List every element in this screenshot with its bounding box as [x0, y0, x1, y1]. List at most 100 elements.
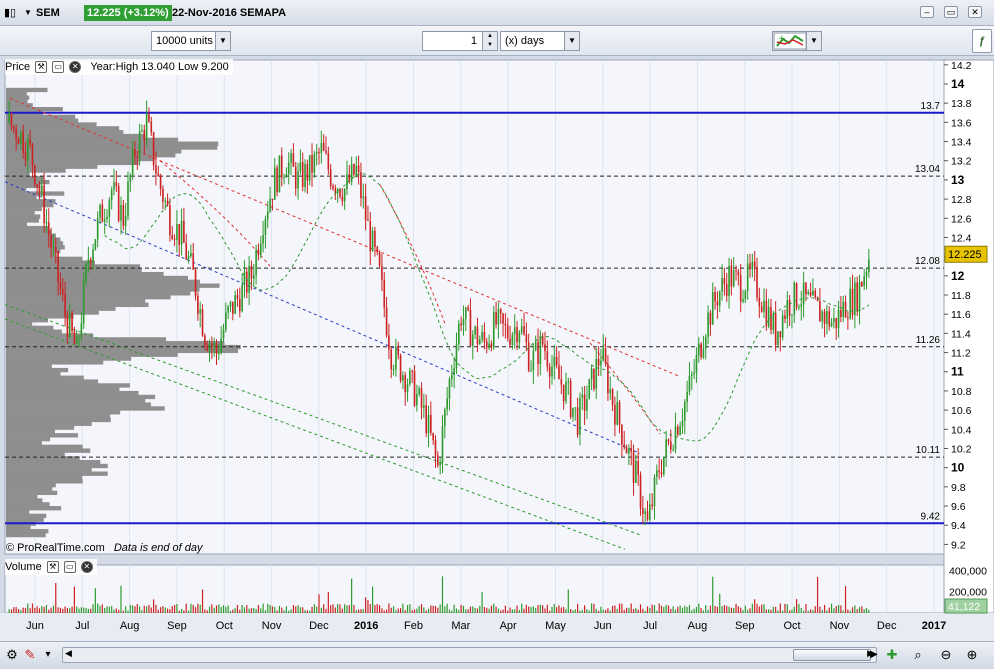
current-volume-label: 41,122: [948, 601, 980, 613]
candle-body: [362, 196, 365, 199]
period-unit-select[interactable]: (x) days ▼: [500, 31, 580, 51]
restore-icon[interactable]: ▭: [944, 6, 958, 18]
candle-body: [721, 278, 723, 292]
scroll-thumb[interactable]: [793, 649, 871, 661]
units-select[interactable]: 10000 units ▼: [151, 31, 231, 51]
profile-bar: [6, 271, 164, 277]
chevron-down-icon[interactable]: ▼: [564, 32, 579, 50]
window-icon[interactable]: ▭: [63, 561, 76, 574]
profile-bar: [6, 402, 152, 407]
y-tick-label: 13.6: [951, 117, 972, 129]
profile-bar: [6, 406, 165, 411]
level-label: 10.11: [916, 445, 941, 456]
profile-bar: [6, 122, 97, 127]
profile-bar: [6, 364, 52, 369]
x-tick-label: Feb: [404, 620, 423, 632]
candle-body: [36, 184, 38, 187]
scroll-left-icon[interactable]: ◀: [65, 648, 72, 659]
chevron-down-icon[interactable]: ▼: [806, 32, 821, 50]
symbol-label[interactable]: SEM: [36, 5, 60, 21]
minimize-icon[interactable]: –: [920, 6, 934, 18]
wrench-icon[interactable]: ⚒: [46, 561, 59, 574]
candle-body: [492, 312, 495, 348]
candle-body: [604, 348, 607, 364]
candle-body: [642, 508, 644, 515]
y-tick-label: 13: [951, 173, 965, 187]
candle-body: [87, 259, 90, 265]
window-icon[interactable]: ▭: [52, 61, 65, 74]
profile-bar: [6, 490, 58, 496]
candle-body: [201, 309, 204, 336]
close-icon[interactable]: ✕: [968, 6, 982, 18]
pencil-icon[interactable]: ✎: [22, 647, 38, 663]
close-panel-icon[interactable]: ✕: [69, 61, 82, 74]
candle-body: [697, 343, 700, 356]
candle-body: [31, 143, 34, 166]
y-tick-label: 10.6: [951, 405, 972, 417]
candle-body: [742, 299, 744, 302]
candle-body: [693, 372, 695, 375]
candle-body: [248, 266, 250, 293]
profile-bar: [6, 509, 30, 515]
candle-body: [567, 381, 570, 383]
price-change-badge: 12.225 (+3.12%): [84, 5, 172, 21]
chart-tools-icon[interactable]: ⚙: [4, 647, 20, 663]
function-panel-icon[interactable]: ƒ: [972, 29, 992, 53]
candle-body: [795, 283, 798, 308]
indicator-button[interactable]: + ▼: [772, 31, 822, 51]
zoom-fit-icon[interactable]: ⌕: [910, 647, 926, 663]
close-panel-icon[interactable]: ✕: [80, 561, 93, 574]
candle-body: [464, 307, 467, 320]
profile-bar: [6, 483, 56, 488]
candle-body: [462, 319, 465, 326]
candle-body: [681, 420, 684, 427]
candle-body: [148, 113, 150, 122]
candle-body: [283, 177, 285, 179]
candle-body: [75, 337, 78, 344]
zoom-in-icon[interactable]: ⊕: [964, 647, 980, 663]
time-scrollbar[interactable]: ◀ ▶: [62, 647, 877, 663]
candle-body: [672, 449, 674, 451]
y-tick-label: 13.2: [951, 156, 972, 168]
profile-bar: [6, 176, 44, 181]
candle-body: [269, 198, 271, 212]
settings-dropdown-icon[interactable]: ▾: [40, 647, 56, 663]
candle-body: [43, 185, 45, 224]
chevron-down-icon[interactable]: ▼: [215, 32, 230, 50]
candle-body: [318, 151, 320, 153]
candle-body: [397, 346, 400, 356]
candle-body: [92, 249, 94, 263]
candle-body: [383, 279, 386, 308]
candle-body: [26, 139, 29, 160]
stepper-arrows-icon[interactable]: ▲ ▼: [482, 32, 497, 50]
candle-body: [420, 388, 423, 408]
candle-body: [471, 334, 474, 346]
profile-bar: [6, 390, 139, 396]
candle-body: [537, 341, 539, 364]
play-icon[interactable]: ▶: [866, 647, 882, 663]
candle-body: [788, 299, 791, 316]
candle-body: [101, 204, 104, 222]
wrench-icon[interactable]: ⚒: [35, 61, 48, 74]
period-stepper[interactable]: 1 ▲ ▼: [422, 31, 498, 51]
candle-body: [583, 394, 586, 411]
candle-body: [108, 200, 111, 217]
y-tick-label: 14: [951, 77, 965, 91]
profile-bar: [6, 237, 61, 242]
chart-type-icon[interactable]: ▮▯: [4, 5, 16, 21]
candle-body: [805, 282, 807, 295]
candle-body: [211, 343, 213, 347]
zoom-out-icon[interactable]: ⊖: [938, 647, 954, 663]
symbol-dropdown-icon[interactable]: ▼: [24, 5, 32, 21]
candle-body: [325, 150, 327, 153]
profile-bar: [6, 525, 31, 530]
candle-body: [718, 291, 721, 306]
candle-body: [695, 355, 698, 373]
candle-body: [308, 155, 311, 181]
candle-body: [562, 384, 565, 402]
y-tick-label: 9.6: [951, 501, 966, 513]
profile-bar: [6, 379, 99, 384]
add-indicator-icon[interactable]: ✚: [884, 647, 900, 663]
candle-body: [798, 306, 800, 308]
profile-bar: [6, 268, 142, 273]
